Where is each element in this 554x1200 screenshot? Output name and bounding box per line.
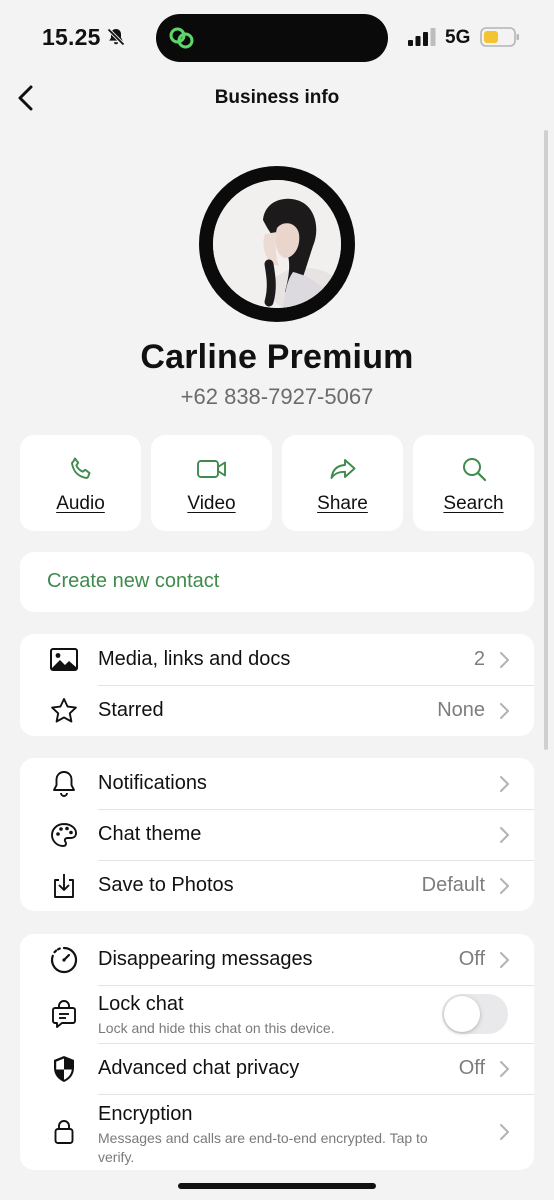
bell-icon bbox=[53, 771, 75, 797]
disappearing-value: Off bbox=[458, 948, 485, 970]
download-icon bbox=[54, 874, 74, 898]
chevron-right-icon bbox=[500, 827, 509, 843]
chevron-right-icon bbox=[500, 652, 509, 668]
advanced-privacy-value: Off bbox=[458, 1057, 485, 1079]
home-indicator[interactable] bbox=[178, 1183, 376, 1189]
lock-icon bbox=[54, 1120, 74, 1144]
row-media-links-docs[interactable]: Media, links and docs 2 bbox=[20, 634, 534, 685]
video-icon bbox=[196, 460, 226, 478]
network-type: 5G bbox=[445, 27, 471, 48]
battery-icon bbox=[480, 27, 519, 47]
video-label: Video bbox=[187, 493, 236, 514]
shield-icon bbox=[54, 1056, 74, 1082]
action-buttons: Audio Video Share Search bbox=[20, 435, 534, 531]
contact-phone: +62 838-7927-5067 bbox=[180, 384, 374, 409]
settings-group: Notifications Chat theme Save to Photos bbox=[20, 758, 534, 911]
link-app-icon bbox=[169, 27, 194, 49]
chevron-right-icon bbox=[500, 1124, 509, 1140]
privacy-group: Disappearing messages Off Lock chat Lock… bbox=[20, 934, 534, 1170]
video-call-button[interactable]: Video bbox=[151, 435, 272, 531]
lock-chat-toggle[interactable] bbox=[442, 994, 508, 1034]
row-encryption[interactable]: Encryption Messages and calls are end-to… bbox=[20, 1094, 534, 1170]
chevron-right-icon bbox=[500, 952, 509, 968]
toggle-knob bbox=[444, 996, 480, 1032]
create-contact-button[interactable]: Create new contact bbox=[20, 552, 534, 612]
row-disappearing-messages[interactable]: Disappearing messages Off bbox=[20, 934, 534, 985]
media-count: 2 bbox=[473, 648, 485, 670]
audio-call-button[interactable]: Audio bbox=[20, 435, 141, 531]
share-button[interactable]: Share bbox=[282, 435, 403, 531]
share-label: Share bbox=[317, 493, 368, 514]
row-advanced-chat-privacy[interactable]: Advanced chat privacy Off bbox=[20, 1043, 534, 1094]
save-photos-value: Default bbox=[421, 874, 485, 896]
encryption-subtitle: Messages and calls are end-to-end encryp… bbox=[98, 1130, 428, 1165]
search-icon bbox=[462, 458, 486, 482]
share-icon bbox=[330, 459, 355, 479]
chevron-right-icon bbox=[500, 1061, 509, 1077]
row-save-to-photos[interactable]: Save to Photos Default bbox=[20, 860, 534, 911]
starred-value: None bbox=[437, 699, 485, 721]
scrollbar[interactable] bbox=[544, 130, 548, 750]
phone-icon bbox=[70, 457, 90, 479]
row-starred[interactable]: Starred None bbox=[20, 685, 534, 736]
media-starred-group: Media, links and docs 2 Starred None bbox=[20, 634, 534, 736]
row-chat-theme[interactable]: Chat theme bbox=[20, 809, 534, 860]
signal-icon bbox=[408, 28, 436, 46]
nav-bar: Business info bbox=[0, 76, 554, 120]
search-label: Search bbox=[443, 493, 504, 514]
status-time: 15.25 bbox=[42, 24, 101, 50]
image-icon bbox=[50, 648, 78, 671]
chevron-right-icon bbox=[500, 878, 509, 894]
chevron-right-icon bbox=[500, 703, 509, 719]
page-title: Business info bbox=[214, 87, 340, 108]
dynamic-island bbox=[156, 14, 388, 62]
lock-chat-icon bbox=[52, 1000, 76, 1028]
timer-icon bbox=[51, 946, 78, 974]
profile-photo bbox=[213, 180, 341, 308]
row-lock-chat: Lock chat Lock and hide this chat on thi… bbox=[20, 985, 534, 1043]
status-bar: 15.25 5G bbox=[0, 0, 554, 76]
create-contact-label: Create new contact bbox=[47, 570, 220, 592]
lock-chat-subtitle: Lock and hide this chat on this device. bbox=[98, 1020, 335, 1036]
search-button[interactable]: Search bbox=[413, 435, 534, 531]
avatar[interactable] bbox=[199, 166, 355, 322]
bell-muted-icon bbox=[107, 28, 125, 46]
chevron-right-icon bbox=[500, 776, 509, 792]
palette-icon bbox=[51, 823, 77, 847]
row-notifications[interactable]: Notifications bbox=[20, 758, 534, 809]
star-icon bbox=[51, 698, 77, 723]
audio-label: Audio bbox=[56, 493, 105, 514]
contact-name: Carline Premium bbox=[140, 338, 414, 376]
